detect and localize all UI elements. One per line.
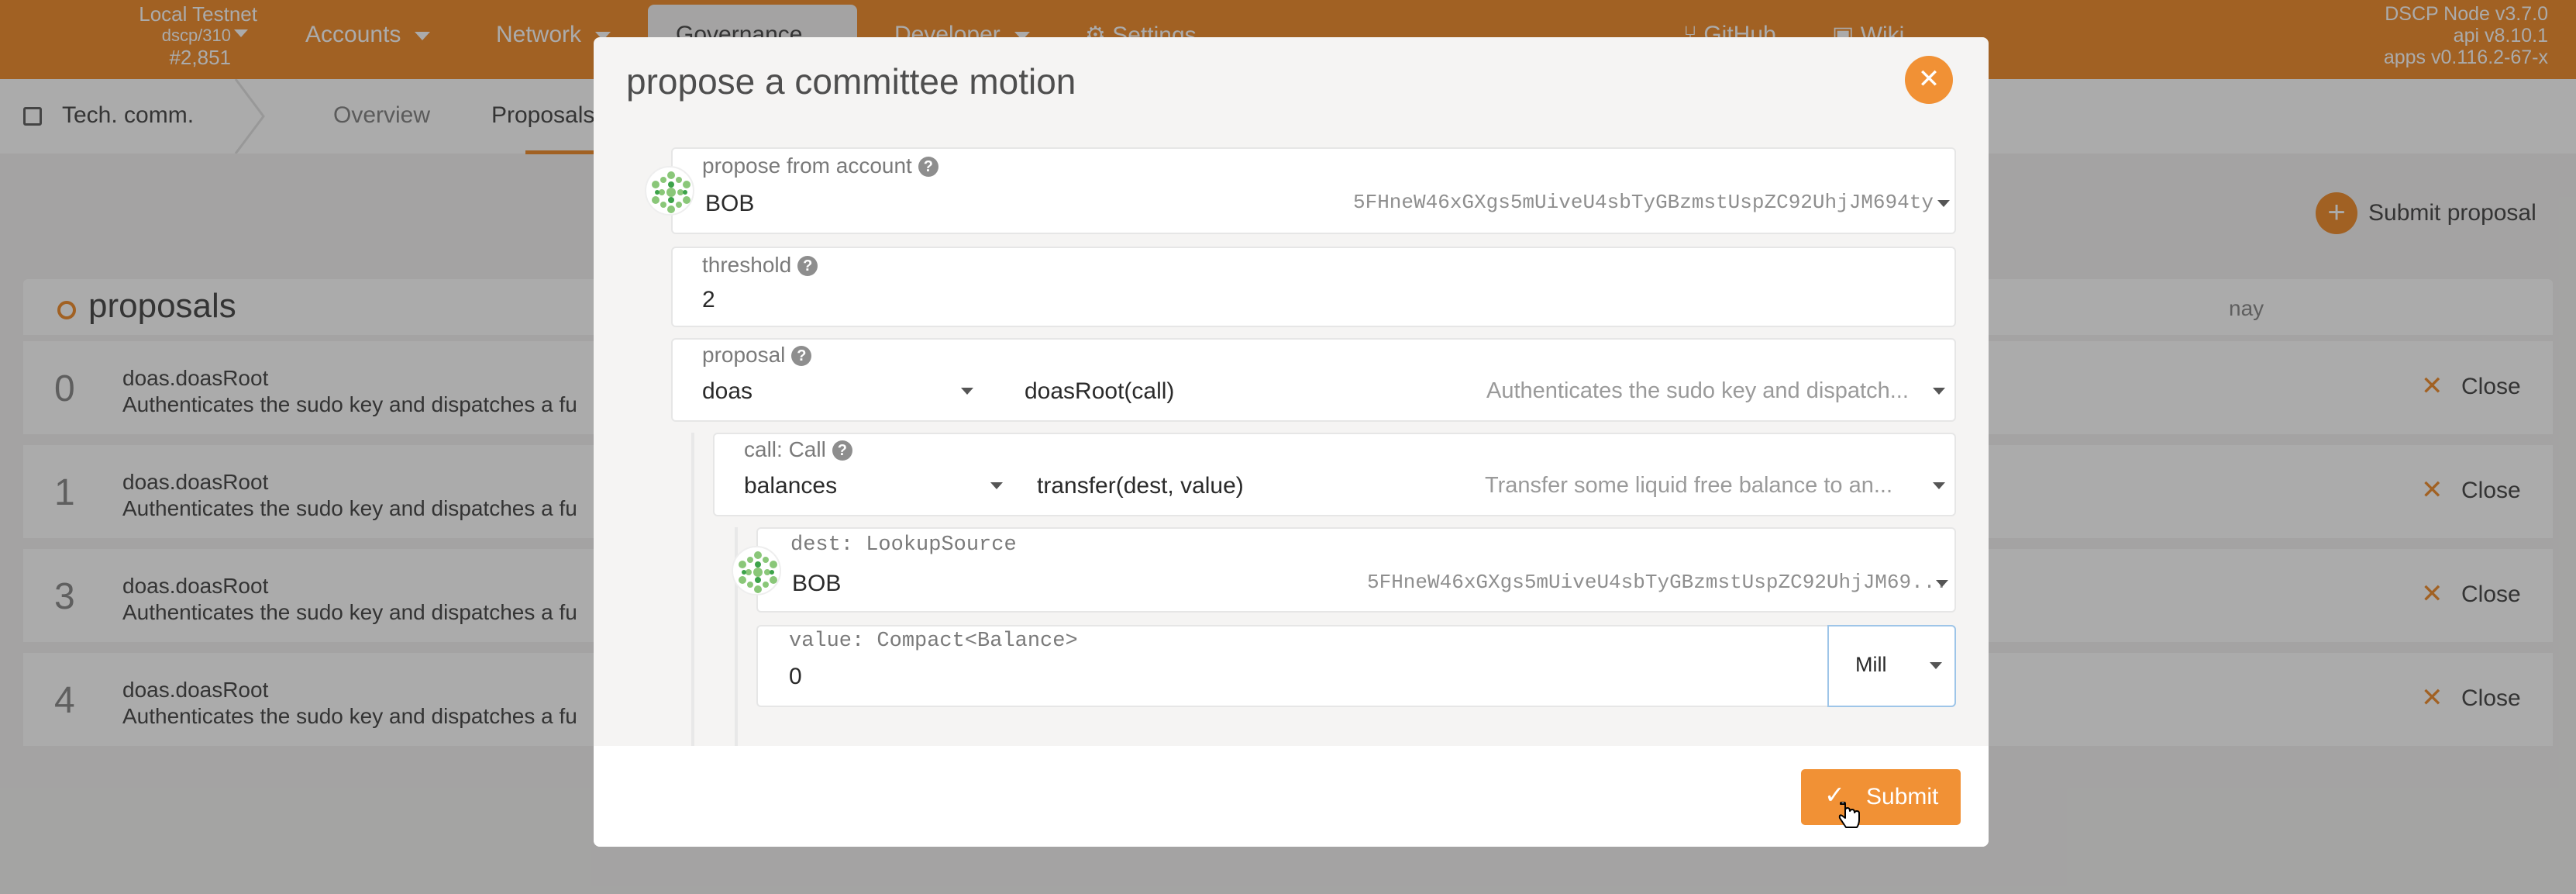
chevron-down-icon [1933, 388, 1945, 395]
proposal-field: proposal? doas doasRoot(call) Authentica… [671, 338, 1956, 422]
modal-footer [594, 746, 1989, 847]
proposal-method-hint: Authenticates the sudo key and dispatch.… [1486, 378, 1909, 403]
dest-name: BOB [792, 571, 842, 596]
propose-motion-modal: propose a committee motion ✕ propose fro… [594, 37, 1989, 847]
unit-selector[interactable]: Mill [1827, 625, 1956, 707]
proposal-method-dropdown[interactable]: doasRoot(call) Authenticates the sudo ke… [1006, 374, 1954, 420]
chevron-down-icon [1930, 662, 1942, 669]
proposal-section-value: doas [702, 378, 753, 404]
call-section-value: balances [744, 473, 838, 499]
close-icon: ✕ [1917, 64, 1941, 94]
submit-label: Submit [1866, 784, 1939, 809]
close-modal-button[interactable]: ✕ [1905, 56, 1953, 104]
value-field: value: Compact<Balance> 0 Mill [756, 625, 1956, 707]
account-selector[interactable]: propose from account? BOB 5FHneW46xGXgs5… [671, 147, 1956, 234]
modal-title: propose a committee motion [626, 61, 1076, 102]
value-label: value: Compact<Balance> [789, 630, 1078, 653]
chevron-down-icon [1937, 200, 1950, 207]
hand-cursor-icon [1838, 802, 1860, 828]
chevron-down-icon [1933, 482, 1945, 489]
call-label: call: Call? [744, 437, 852, 462]
chevron-down-icon [1936, 580, 1948, 587]
dest-address: 5FHneW46xGXgs5mUiveU4sbTyGBzmstUspZC92Uh… [1367, 571, 1947, 594]
proposal-section-dropdown[interactable]: doas [673, 374, 998, 420]
chevron-down-icon [961, 388, 973, 395]
help-icon[interactable]: ? [832, 440, 852, 461]
dest-identicon [732, 546, 781, 595]
call-method-hint: Transfer some liquid free balance to an.… [1485, 473, 1893, 498]
proposal-method-value: doasRoot(call) [1025, 378, 1175, 404]
help-icon[interactable]: ? [797, 256, 818, 276]
indent-guide [691, 433, 694, 746]
dest-selector[interactable]: dest: LookupSource BOB 5FHneW46xGXgs5mUi… [756, 527, 1956, 613]
proposal-label: proposal? [702, 343, 812, 368]
threshold-input[interactable]: 2 [702, 287, 715, 313]
account-address: 5FHneW46xGXgs5mUiveU4sbTyGBzmstUspZC92Uh… [1353, 191, 1934, 214]
dest-label: dest: LookupSource [790, 533, 1017, 557]
threshold-field[interactable]: threshold? 2 [671, 247, 1956, 327]
account-label: propose from account? [702, 154, 938, 178]
account-identicon [645, 166, 694, 216]
call-method-dropdown[interactable]: transfer(dest, value) Transfer some liqu… [1032, 468, 1954, 515]
call-field: call: Call? balances transfer(dest, valu… [713, 433, 1956, 516]
call-method-value: transfer(dest, value) [1037, 473, 1244, 499]
value-input[interactable]: 0 [789, 664, 802, 690]
threshold-label: threshold? [702, 253, 818, 278]
account-name: BOB [705, 191, 755, 216]
chevron-down-icon [990, 482, 1003, 489]
help-icon[interactable]: ? [791, 346, 812, 366]
help-icon[interactable]: ? [918, 157, 938, 177]
unit-value: Mill [1855, 653, 1887, 676]
call-section-dropdown[interactable]: balances [715, 468, 1025, 515]
submit-button[interactable]: ✓ Submit [1801, 769, 1961, 825]
